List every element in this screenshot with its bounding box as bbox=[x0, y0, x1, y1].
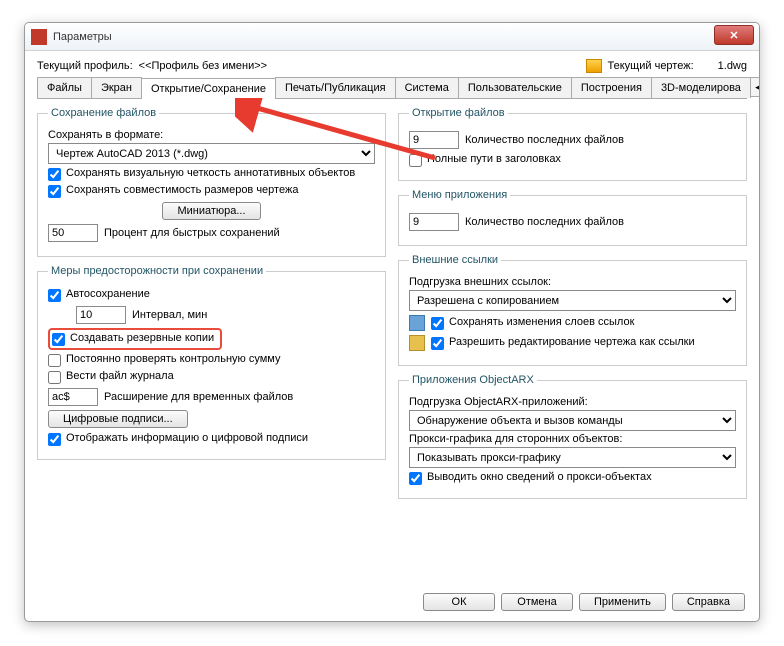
appmenu-recent-label: Количество последних файлов bbox=[465, 216, 624, 228]
group-file-open: Открытие файлов Количество последних фай… bbox=[398, 107, 747, 181]
apply-button[interactable]: Применить bbox=[579, 593, 666, 611]
drawing-label: Текущий чертеж: bbox=[608, 60, 694, 72]
profile-row: Текущий профиль: <<Профиль без имени>> Т… bbox=[37, 59, 747, 73]
group-app-menu: Меню приложения Количество последних фай… bbox=[398, 189, 747, 246]
lbl-annot-fidelity: Сохранять визуальную четкость аннотативн… bbox=[66, 167, 355, 179]
autosave-interval-label: Интервал, мин bbox=[132, 309, 207, 321]
help-button[interactable]: Справка bbox=[672, 593, 745, 611]
group-xref-legend: Внешние ссылки bbox=[409, 254, 501, 266]
tab-drafting[interactable]: Построения bbox=[571, 77, 652, 98]
tab-user[interactable]: Пользовательские bbox=[458, 77, 572, 98]
chk-create-backup[interactable] bbox=[52, 333, 65, 346]
lbl-proxy-info: Выводить окно сведений о прокси-объектах bbox=[427, 471, 652, 483]
group-app-menu-legend: Меню приложения bbox=[409, 189, 510, 201]
ok-button[interactable]: ОК bbox=[423, 593, 495, 611]
tab-strip: Файлы Экран Открытие/Сохранение Печать/П… bbox=[37, 77, 747, 99]
group-xref: Внешние ссылки Подгрузка внешних ссылок:… bbox=[398, 254, 747, 366]
tab-open-save[interactable]: Открытие/Сохранение bbox=[141, 78, 276, 99]
lbl-allow-xref-edit: Разрешить редактирование чертежа как ссы… bbox=[449, 336, 695, 348]
save-format-select[interactable]: Чертеж AutoCAD 2013 (*.dwg) bbox=[48, 143, 375, 164]
lbl-create-backup: Создавать резервные копии bbox=[70, 332, 214, 344]
signatures-button[interactable]: Цифровые подписи... bbox=[48, 410, 188, 428]
group-safety-legend: Меры предосторожности при сохранении bbox=[48, 265, 266, 277]
lbl-autosave: Автосохранение bbox=[66, 288, 150, 300]
chk-log[interactable] bbox=[48, 371, 61, 384]
temp-ext-input[interactable] bbox=[48, 388, 98, 406]
app-icon bbox=[31, 29, 47, 45]
group-arx: Приложения ObjectARX Подгрузка ObjectARX… bbox=[398, 374, 747, 499]
tab-display[interactable]: Экран bbox=[91, 77, 142, 98]
chk-crc[interactable] bbox=[48, 354, 61, 367]
arx-demand-label: Подгрузка ObjectARX-приложений: bbox=[409, 396, 736, 408]
chk-autosave[interactable] bbox=[48, 289, 61, 302]
group-file-save-legend: Сохранение файлов bbox=[48, 107, 159, 119]
recent-files-input[interactable] bbox=[409, 131, 459, 149]
tab-system[interactable]: Система bbox=[395, 77, 459, 98]
chk-full-path[interactable] bbox=[409, 154, 422, 167]
lbl-retain-layers: Сохранять изменения слоев ссылок bbox=[449, 316, 634, 328]
autosave-interval-input[interactable] bbox=[76, 306, 126, 324]
profile-label: Текущий профиль: bbox=[37, 60, 133, 72]
xref-demand-label: Подгрузка внешних ссылок: bbox=[409, 276, 736, 288]
edit-icon bbox=[409, 335, 425, 351]
drawing-value: 1.dwg bbox=[718, 60, 747, 72]
chk-sig-info[interactable] bbox=[48, 433, 61, 446]
proxy-graphics-select[interactable]: Показывать прокси-графику bbox=[409, 447, 736, 468]
cancel-button[interactable]: Отмена bbox=[501, 593, 573, 611]
appmenu-recent-input[interactable] bbox=[409, 213, 459, 231]
drawing-icon bbox=[586, 59, 602, 73]
chk-annot-fidelity[interactable] bbox=[48, 168, 61, 181]
group-safety: Меры предосторожности при сохранении Авт… bbox=[37, 265, 386, 460]
lbl-crc: Постоянно проверять контрольную сумму bbox=[66, 353, 280, 365]
tab-files[interactable]: Файлы bbox=[37, 77, 92, 98]
chk-allow-xref-edit[interactable] bbox=[431, 337, 444, 350]
tab-scroll-left[interactable]: ◂ bbox=[750, 77, 760, 97]
save-format-label: Сохранять в формате: bbox=[48, 129, 375, 141]
chk-proxy-info[interactable] bbox=[409, 472, 422, 485]
layers-icon bbox=[409, 315, 425, 331]
chk-retain-layers[interactable] bbox=[431, 317, 444, 330]
profile-value: <<Профиль без имени>> bbox=[139, 60, 267, 72]
recent-files-label: Количество последних файлов bbox=[465, 134, 624, 146]
group-arx-legend: Приложения ObjectARX bbox=[409, 374, 537, 386]
xref-demand-select[interactable]: Разрешена с копированием bbox=[409, 290, 736, 311]
lbl-full-path: Полные пути в заголовках bbox=[427, 153, 561, 165]
incremental-percent-input[interactable] bbox=[48, 224, 98, 242]
arx-demand-select[interactable]: Обнаружение объекта и вызов команды bbox=[409, 410, 736, 431]
tab-plot[interactable]: Печать/Публикация bbox=[275, 77, 396, 98]
group-file-open-legend: Открытие файлов bbox=[409, 107, 508, 119]
incremental-percent-label: Процент для быстрых сохранений bbox=[104, 227, 280, 239]
thumbnail-button[interactable]: Миниатюра... bbox=[162, 202, 260, 220]
close-button[interactable]: ✕ bbox=[714, 25, 754, 45]
chk-size-compat[interactable] bbox=[48, 185, 61, 198]
titlebar: Параметры ✕ bbox=[25, 23, 759, 51]
proxy-graphics-label: Прокси-графика для сторонних объектов: bbox=[409, 433, 736, 445]
temp-ext-label: Расширение для временных файлов bbox=[104, 391, 293, 403]
group-file-save: Сохранение файлов Сохранять в формате: Ч… bbox=[37, 107, 386, 257]
window-title: Параметры bbox=[53, 31, 112, 43]
lbl-log: Вести файл журнала bbox=[66, 370, 174, 382]
lbl-size-compat: Сохранять совместимость размеров чертежа bbox=[66, 184, 298, 196]
tab-3d[interactable]: 3D-моделирова bbox=[651, 77, 751, 98]
lbl-sig-info: Отображать информацию о цифровой подписи bbox=[66, 432, 308, 444]
